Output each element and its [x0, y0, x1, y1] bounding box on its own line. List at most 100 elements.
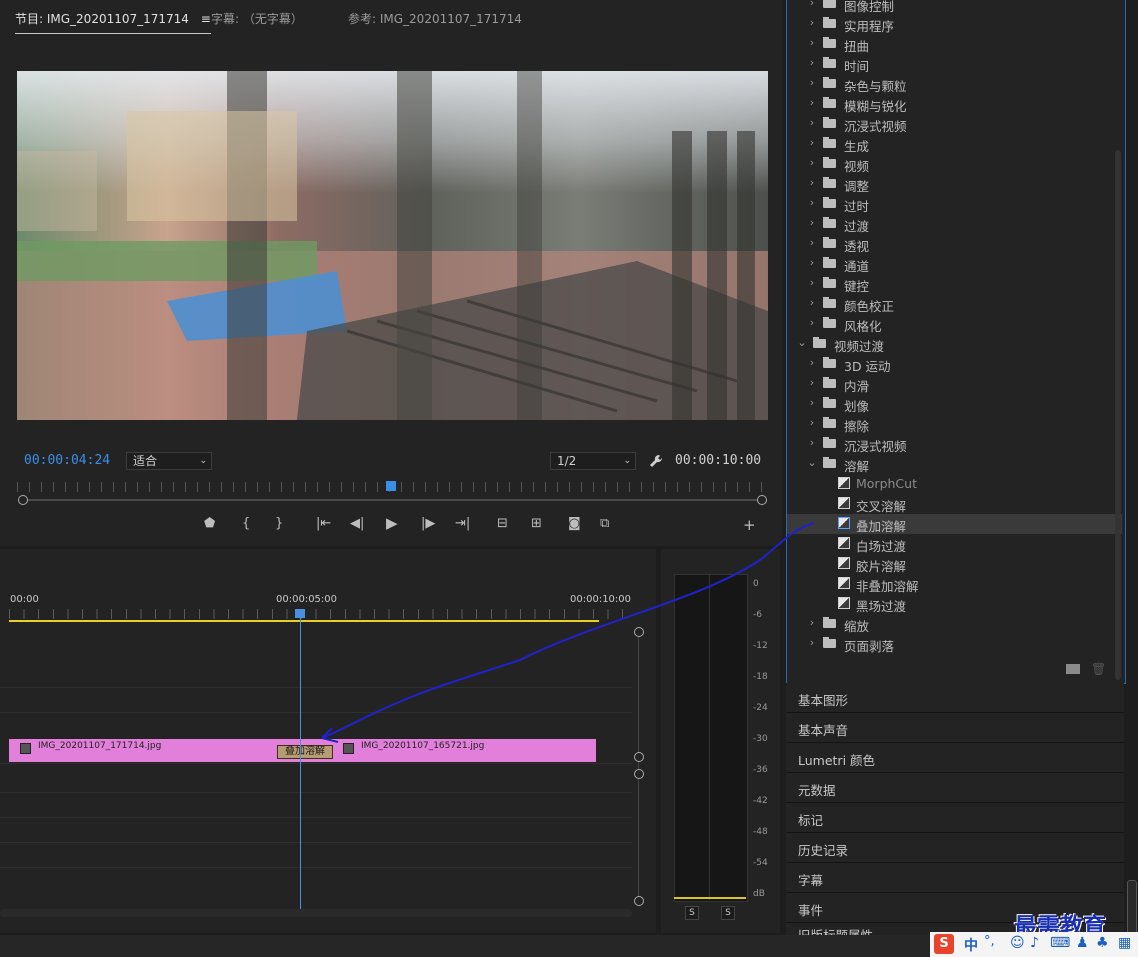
timeline-ruler[interactable]	[9, 609, 629, 619]
effect-item-selected[interactable]: 叠加溶解	[787, 514, 1122, 534]
chevron-right-icon[interactable]: ›	[807, 0, 817, 9]
ime-toolbar[interactable]: S 中 °, ☺ ♪ ⌨ ♟ ♣ ▦	[930, 932, 1138, 957]
effect-folder[interactable]: › 键控	[787, 274, 1122, 294]
trash-icon[interactable]: 🗑	[1091, 662, 1106, 676]
compare-view-icon[interactable]: ⧉	[600, 516, 609, 531]
effect-folder[interactable]: › 3D 运动	[787, 354, 1122, 374]
solo-right-button[interactable]: S	[721, 906, 735, 920]
effect-folder[interactable]: › 缩放	[787, 614, 1122, 634]
chevron-right-icon[interactable]: ›	[807, 296, 817, 309]
chevron-right-icon[interactable]: ›	[807, 76, 817, 89]
chevron-right-icon[interactable]: ›	[807, 156, 817, 169]
effect-item[interactable]: 胶片溶解	[787, 554, 1122, 574]
step-back-icon[interactable]: ◀|	[350, 516, 364, 531]
chevron-right-icon[interactable]: ›	[807, 636, 817, 649]
chevron-right-icon[interactable]: ›	[807, 376, 817, 389]
effect-folder-dissolve[interactable]: ⌄ 溶解	[787, 454, 1122, 474]
effect-item[interactable]: 非叠加溶解	[787, 574, 1122, 594]
go-to-out-icon[interactable]: ⇥|	[455, 516, 470, 531]
effects-scrollbar[interactable]	[1115, 150, 1121, 680]
extract-icon[interactable]: ⊞	[531, 516, 542, 531]
panel-header[interactable]: 历史记录	[786, 833, 1124, 863]
resolution-dropdown[interactable]: 1/2 ⌄	[550, 452, 636, 470]
panel-header[interactable]: 基本声音	[786, 713, 1124, 743]
mark-out-icon[interactable]: }	[275, 516, 283, 531]
effect-item[interactable]: 白场过渡	[787, 534, 1122, 554]
play-icon[interactable]: ▶	[386, 514, 398, 532]
effect-folder[interactable]: › 杂色与颗粒	[787, 74, 1122, 94]
effect-folder[interactable]: › 生成	[787, 134, 1122, 154]
tab-captions[interactable]: 字幕: （无字幕）	[211, 10, 303, 27]
effect-folder[interactable]: › 时间	[787, 54, 1122, 74]
effect-folder[interactable]: › 调整	[787, 174, 1122, 194]
chevron-right-icon[interactable]: ›	[807, 356, 817, 369]
chevron-right-icon[interactable]: ›	[807, 96, 817, 109]
mic-icon[interactable]: ♪	[1030, 935, 1039, 951]
horizontal-scrollbar[interactable]	[0, 909, 632, 917]
chevron-right-icon[interactable]: ›	[807, 216, 817, 229]
effect-folder[interactable]: › 视频	[787, 154, 1122, 174]
sogou-logo-icon[interactable]: S	[934, 934, 954, 954]
work-area-bar[interactable]	[9, 620, 599, 622]
zoom-bar[interactable]	[22, 499, 762, 501]
effect-item[interactable]: MorphCut	[787, 474, 1122, 494]
effect-folder[interactable]: › 沉浸式视频	[787, 434, 1122, 454]
current-timecode[interactable]: 00:00:04:24	[24, 453, 110, 468]
clip-b[interactable]: IMG_20201107_165721.jpg	[301, 739, 596, 762]
solo-left-button[interactable]: S	[685, 906, 699, 920]
effect-folder[interactable]: › 沉浸式视频	[787, 114, 1122, 134]
effect-folder[interactable]: › 页面剥落	[787, 634, 1122, 654]
timeline-playhead-head[interactable]	[295, 609, 305, 618]
emoji-icon[interactable]: ☺	[1010, 935, 1025, 951]
scroll-handle[interactable]	[634, 896, 644, 906]
chevron-right-icon[interactable]: ›	[807, 56, 817, 69]
panel-header[interactable]: 基本图形	[786, 683, 1124, 713]
skin-icon[interactable]: ♣	[1096, 935, 1109, 951]
grid-icon[interactable]: ▦	[1118, 935, 1131, 951]
effect-folder[interactable]: › 擦除	[787, 414, 1122, 434]
zoom-handle-right[interactable]	[757, 495, 767, 505]
transition-block[interactable]: 叠加溶解	[277, 745, 333, 759]
marker-icon[interactable]: ⬟	[204, 516, 215, 531]
new-folder-icon[interactable]	[1066, 664, 1080, 674]
hamburger-icon[interactable]: ≡	[201, 12, 211, 26]
keyboard-icon[interactable]: ⌨	[1050, 935, 1070, 951]
user-icon[interactable]: ♟	[1076, 935, 1089, 951]
panel-header[interactable]: 字幕	[786, 863, 1124, 893]
chevron-right-icon[interactable]: ›	[807, 616, 817, 629]
effect-folder[interactable]: › 风格化	[787, 314, 1122, 334]
fit-dropdown[interactable]: 适合 ⌄	[126, 452, 212, 470]
chevron-right-icon[interactable]: ›	[807, 196, 817, 209]
scroll-handle[interactable]	[634, 752, 644, 762]
chevron-right-icon[interactable]: ›	[807, 116, 817, 129]
effect-folder-video-transitions[interactable]: ⌄ 视频过渡	[787, 334, 1122, 354]
go-to-in-icon[interactable]: |⇤	[316, 516, 331, 531]
effect-folder[interactable]: › 透视	[787, 234, 1122, 254]
effect-item[interactable]: 黑场过渡	[787, 594, 1122, 614]
chevron-down-icon[interactable]: ⌄	[797, 336, 807, 349]
step-forward-icon[interactable]: |▶	[421, 516, 435, 531]
chevron-right-icon[interactable]: ›	[807, 396, 817, 409]
ime-punct[interactable]: °,	[984, 934, 995, 949]
chevron-right-icon[interactable]: ›	[807, 436, 817, 449]
chevron-right-icon[interactable]: ›	[807, 36, 817, 49]
wrench-icon[interactable]	[648, 453, 664, 469]
mark-in-icon[interactable]: {	[242, 516, 250, 531]
effect-folder[interactable]: › 颜色校正	[787, 294, 1122, 314]
effect-folder[interactable]: › 图像控制	[787, 0, 1122, 14]
timeline-playhead-line[interactable]	[300, 618, 301, 909]
effect-folder[interactable]: › 通道	[787, 254, 1122, 274]
zoom-handle-left[interactable]	[18, 495, 28, 505]
scroll-handle[interactable]	[634, 769, 644, 779]
scroll-handle[interactable]	[634, 627, 644, 637]
chevron-right-icon[interactable]: ›	[807, 16, 817, 29]
chevron-right-icon[interactable]: ›	[807, 256, 817, 269]
effect-item[interactable]: 交叉溶解	[787, 494, 1122, 514]
chevron-right-icon[interactable]: ›	[807, 136, 817, 149]
effect-folder[interactable]: › 扭曲	[787, 34, 1122, 54]
chevron-right-icon[interactable]: ›	[807, 176, 817, 189]
track-zoom-bar[interactable]	[638, 631, 639, 901]
tab-reference[interactable]: 参考: IMG_20201107_171714	[348, 10, 522, 27]
lift-icon[interactable]: ⊟	[497, 516, 508, 531]
chevron-right-icon[interactable]: ›	[807, 236, 817, 249]
